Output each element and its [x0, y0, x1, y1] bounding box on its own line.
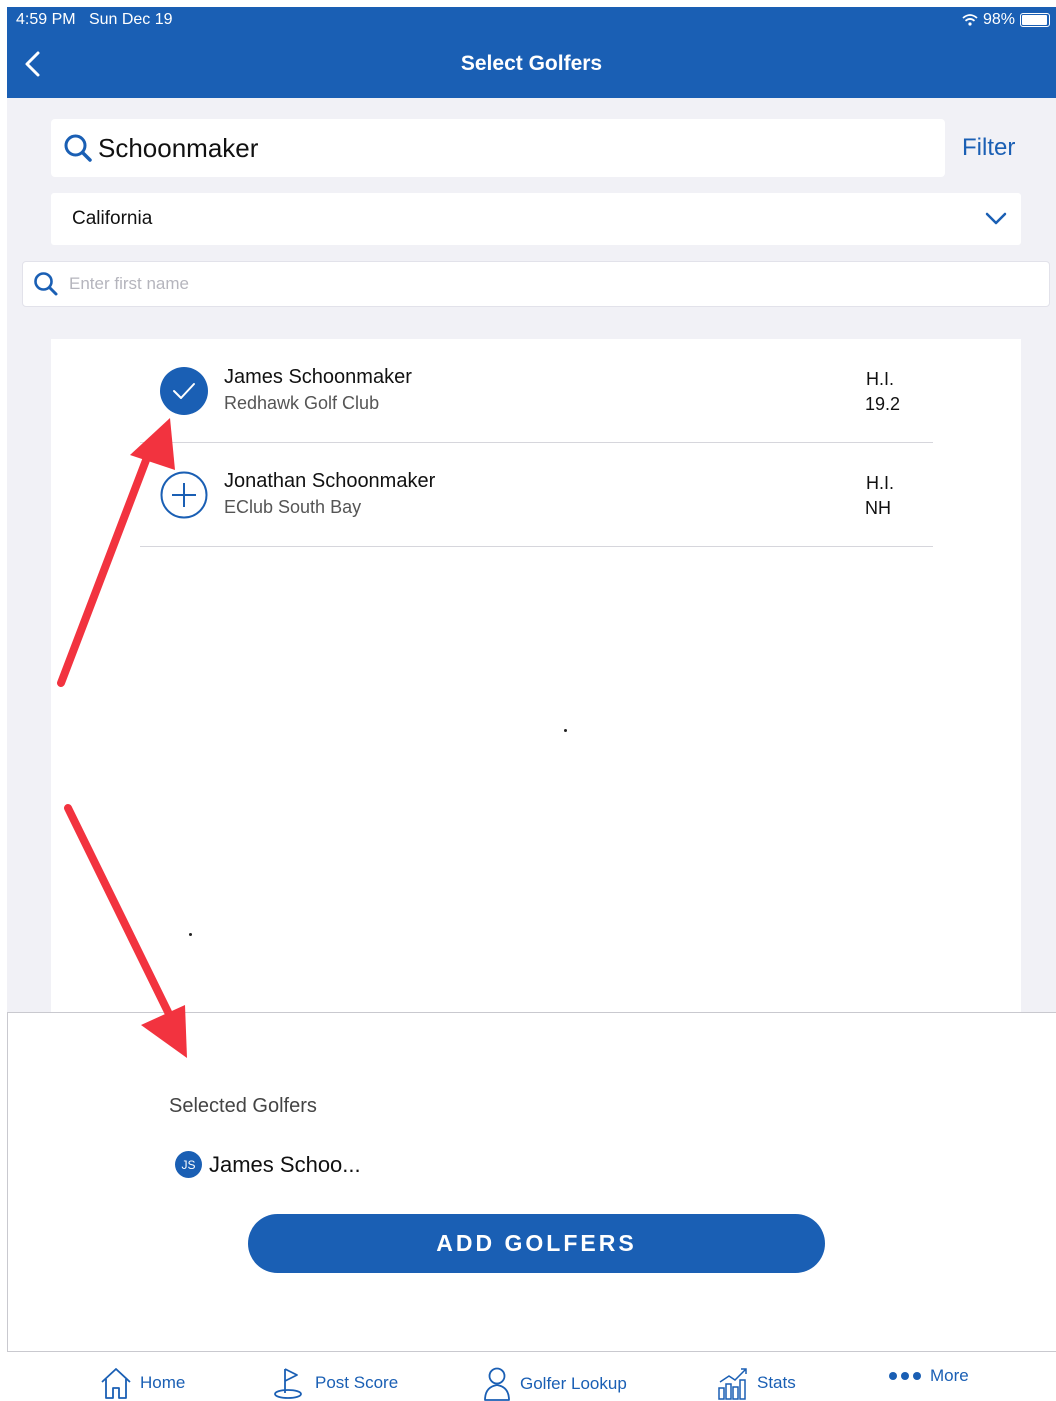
tab-golfer-lookup[interactable]: Golfer Lookup [482, 1366, 627, 1401]
golfer-club: Redhawk Golf Club [224, 393, 380, 413]
person-icon [484, 1367, 510, 1401]
tab-label: Stats [757, 1373, 796, 1392]
plus-circle-icon[interactable] [160, 471, 208, 519]
search-icon [64, 134, 92, 162]
golfer-row[interactable]: James Schoonmaker Redhawk Golf Club H.I.… [140, 339, 933, 443]
add-golfers-button[interactable]: ADD GOLFERS [248, 1214, 825, 1273]
chevron-down-icon [985, 212, 1007, 225]
battery-percent: 98% [982, 11, 1015, 28]
results-list: James Schoonmaker Redhawk Golf Club H.I.… [51, 339, 1021, 1012]
handicap-label: H.I. [866, 473, 895, 493]
tab-label: More [930, 1366, 969, 1385]
tab-label: Home [140, 1373, 186, 1392]
chart-icon [718, 1368, 747, 1400]
page-title: Select Golfers [460, 52, 603, 75]
app-header: 4:59 PM Sun Dec 19 98% Select Golfers [7, 7, 1056, 98]
golfer-name: Jonathan Schoonmaker [224, 470, 436, 492]
check-circle-icon[interactable] [160, 367, 208, 415]
avatar: JS [175, 1151, 202, 1178]
status-time: 4:59 PM Sun Dec 19 [16, 11, 173, 28]
select-golfers-screen: 4:59 PM Sun Dec 19 98% Select Golfers Fi… [0, 0, 1056, 1401]
handicap-value: 19.2 [865, 394, 901, 414]
stray-dot [564, 729, 567, 732]
golf-flag-icon [274, 1368, 302, 1399]
state-value: California [72, 208, 153, 229]
status-indicators: 98% [962, 11, 1050, 29]
battery-icon [1020, 13, 1050, 27]
tab-label: Golfer Lookup [520, 1374, 627, 1393]
tab-home[interactable]: Home [100, 1366, 185, 1400]
first-name-search [22, 261, 1050, 307]
stray-dot [189, 933, 192, 936]
golfer-club: EClub South Bay [224, 497, 362, 517]
last-name-input[interactable] [98, 132, 898, 164]
tab-more[interactable]: More [888, 1366, 969, 1386]
selected-golfer-chip[interactable]: JS James Schoo... [175, 1151, 361, 1178]
filter-button[interactable]: Filter [962, 134, 1015, 162]
golfer-name: James Schoonmaker [224, 366, 412, 388]
selected-golfers-panel: Selected Golfers JS James Schoo... ADD G… [7, 1012, 1056, 1352]
tab-label: Post Score [315, 1373, 399, 1392]
tab-bar: Home Post Score Golfer Lookup Stats More [7, 1352, 1056, 1401]
home-icon [101, 1368, 131, 1399]
search-icon [34, 272, 58, 296]
more-dots-icon [889, 1372, 921, 1380]
state-dropdown[interactable]: California [51, 193, 1021, 245]
first-name-input[interactable] [69, 274, 969, 294]
battery-fill [1022, 15, 1048, 25]
tab-stats[interactable]: Stats [717, 1366, 796, 1400]
wifi-icon [962, 14, 978, 26]
golfer-row[interactable]: Jonathan Schoonmaker EClub South Bay H.I… [140, 443, 933, 547]
selected-golfers-heading: Selected Golfers [169, 1095, 317, 1117]
chip-name: James Schoo... [209, 1151, 361, 1177]
handicap-label: H.I. [866, 369, 895, 389]
tab-post-score[interactable]: Post Score [273, 1366, 398, 1400]
handicap-value: NH [865, 498, 891, 518]
last-name-search [51, 119, 945, 177]
